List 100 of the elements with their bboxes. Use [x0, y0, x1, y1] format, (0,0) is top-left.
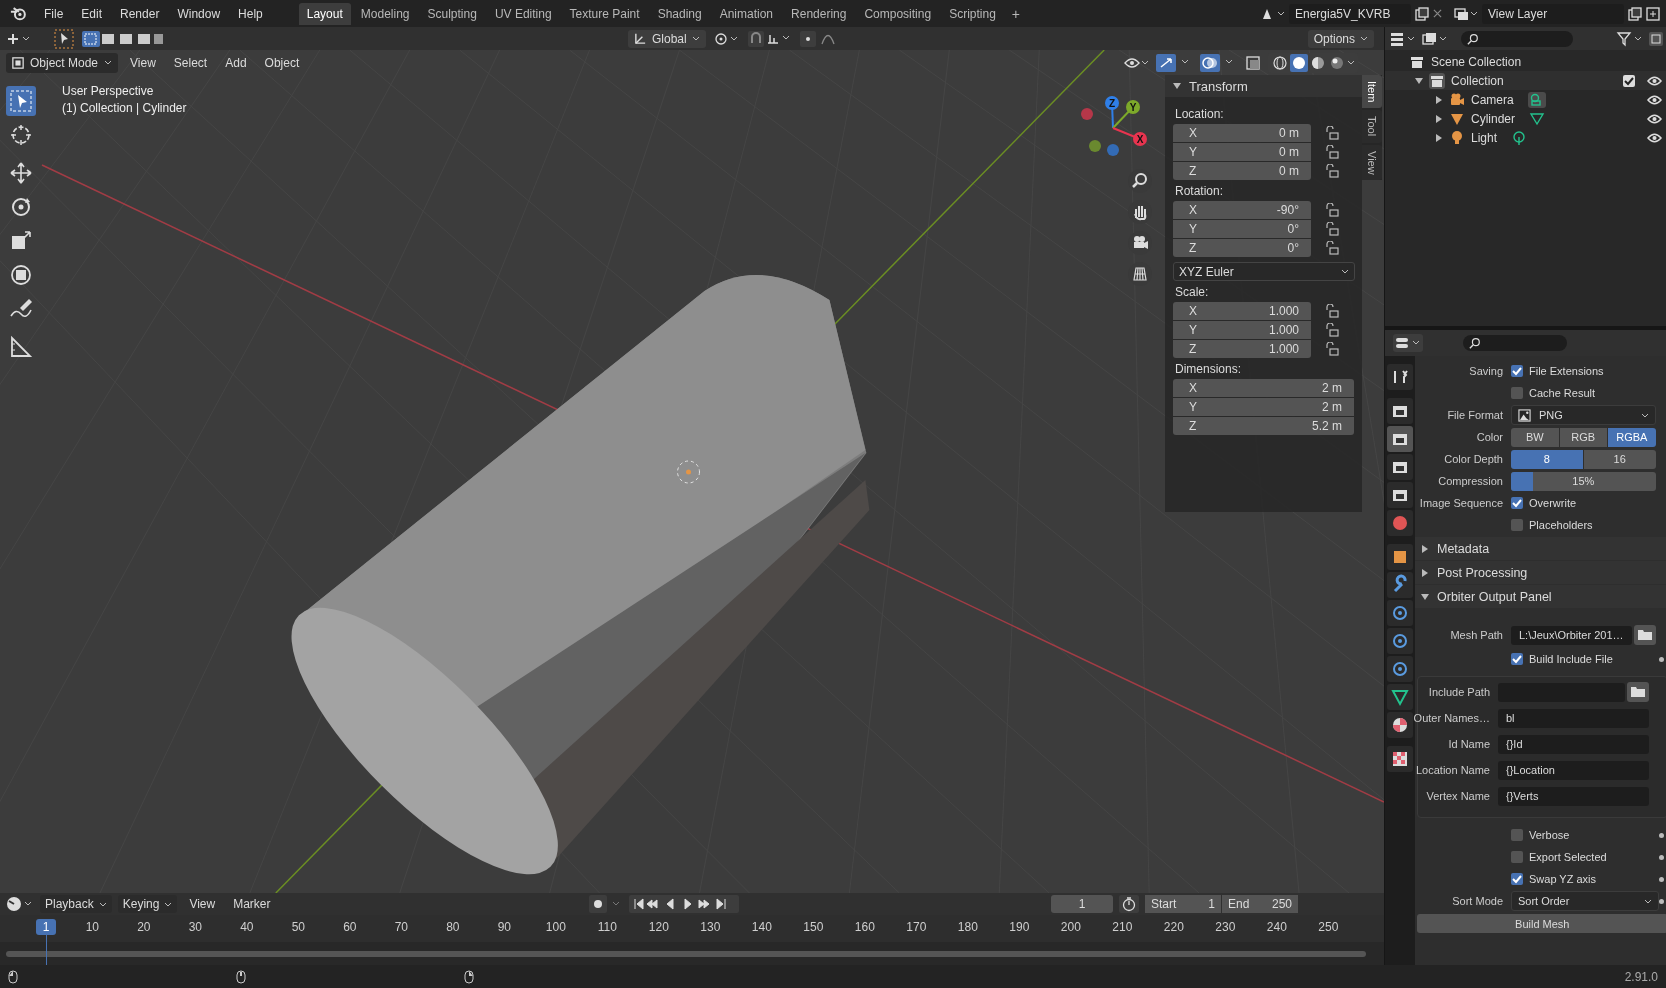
snap-icon[interactable]	[747, 30, 792, 47]
checkbox[interactable]	[1511, 387, 1523, 399]
wireframe-sphere-icon[interactable]	[1271, 53, 1289, 72]
mesh-data-icon[interactable]	[1529, 110, 1545, 127]
sidebar-tab[interactable]: Tool	[1362, 110, 1382, 143]
workspace-tab[interactable]: Shading	[649, 2, 710, 25]
current-frame-field[interactable]: 1	[1051, 895, 1113, 913]
number-field[interactable]: X 0 m	[1173, 124, 1311, 142]
lock-icon[interactable]	[1325, 203, 1339, 218]
lock-icon[interactable]	[1325, 323, 1339, 337]
eye-icon[interactable]	[1124, 55, 1150, 70]
expanded-arrow-icon[interactable]	[1415, 76, 1423, 85]
number-field[interactable]: Z 0 m	[1173, 162, 1311, 180]
checkbox-label[interactable]: Export Selected	[1529, 851, 1607, 863]
outliner-item[interactable]: Light	[1471, 130, 1498, 145]
menu-item[interactable]: Marker	[227, 895, 277, 913]
expanded-arrow-icon[interactable]	[1421, 592, 1429, 601]
scene-name-field[interactable]: Energia5V_KVRB	[1289, 3, 1411, 24]
workspace-tab[interactable]: Layout	[298, 2, 351, 25]
menu-item[interactable]: Render	[112, 3, 168, 24]
sidebar-tab[interactable]: Item	[1362, 75, 1382, 109]
collapsed-arrow-icon[interactable]	[1435, 95, 1443, 104]
number-field[interactable]: Z 0°	[1173, 239, 1311, 257]
decorator-dot-icon[interactable]	[1658, 832, 1664, 838]
dropdown[interactable]: Sort Order	[1511, 891, 1659, 911]
checkbox[interactable]	[1511, 653, 1523, 665]
search-field[interactable]	[1461, 30, 1573, 47]
checkbox[interactable]	[1511, 851, 1523, 863]
toggle-option[interactable]: 8	[1511, 449, 1583, 469]
number-field[interactable]: X 1.000	[1173, 302, 1311, 320]
collapsed-arrow-icon[interactable]	[1435, 114, 1443, 123]
workspace-tab[interactable]: Texture Paint	[561, 2, 648, 25]
view-layer-field[interactable]: View Layer	[1482, 3, 1624, 24]
toggle-option[interactable]: RGB	[1559, 427, 1608, 447]
collapsed-arrow-icon[interactable]	[1435, 133, 1443, 142]
new-layer-icon[interactable]	[1646, 6, 1660, 21]
number-field[interactable]: Y 2 m	[1173, 398, 1354, 416]
slider[interactable]: 15%	[1511, 471, 1656, 491]
lock-icon[interactable]	[1325, 145, 1339, 159]
menu-item[interactable]: Edit	[73, 3, 111, 24]
checkbox-label[interactable]: Overwrite	[1529, 497, 1577, 509]
text-field[interactable]: bl	[1498, 708, 1649, 728]
search-field[interactable]	[1463, 335, 1567, 351]
menu-item[interactable]: Help	[230, 3, 271, 24]
eye-icon[interactable]	[1646, 132, 1662, 143]
filter-icon[interactable]	[1615, 30, 1644, 47]
globe-icon[interactable]	[1387, 510, 1413, 536]
menu-item[interactable]: Object	[258, 53, 306, 72]
axis-gizmo[interactable]: Z Y X	[1070, 90, 1160, 165]
number-field[interactable]: X -90°	[1173, 201, 1311, 219]
toggle-option[interactable]: BW	[1511, 427, 1559, 447]
decorator-dot-icon[interactable]	[1658, 854, 1664, 860]
checker-icon[interactable]	[1387, 746, 1413, 772]
menu-item[interactable]: View	[124, 53, 162, 72]
layers-icon[interactable]	[1454, 6, 1478, 21]
start-frame-field[interactable]: Start 1	[1145, 895, 1221, 913]
menu-item[interactable]: Add	[219, 53, 253, 72]
decorator-dot-icon[interactable]	[1658, 898, 1664, 904]
folder-icon[interactable]	[1626, 682, 1649, 702]
mode-dropdown[interactable]: Object Mode	[6, 52, 119, 73]
playback-controls-icon[interactable]	[628, 895, 739, 913]
light-data-icon[interactable]	[1511, 129, 1528, 146]
copy-icon[interactable]	[1628, 6, 1642, 21]
square-icon[interactable]	[1387, 544, 1413, 570]
pivot-icon[interactable]	[713, 31, 740, 46]
text-field[interactable]: {}Verts	[1498, 786, 1649, 806]
workspace-tab[interactable]: Compositing	[856, 2, 940, 25]
select-tool-icon[interactable]	[54, 28, 74, 49]
stopwatch-icon[interactable]	[1119, 895, 1139, 913]
xray-icon[interactable]	[1244, 53, 1262, 72]
workspace-tab[interactable]: Sculpting	[419, 2, 485, 25]
caret-icon[interactable]	[1347, 60, 1355, 65]
menu-item[interactable]: File	[36, 3, 72, 24]
checkbox[interactable]	[1511, 497, 1523, 509]
number-field[interactable]: Y 0 m	[1173, 143, 1311, 161]
panel-header[interactable]: Metadata	[1437, 541, 1490, 556]
checkbox-label[interactable]: Build Include File	[1529, 653, 1613, 665]
copy-icon[interactable]	[1415, 6, 1429, 21]
checkbox-label[interactable]: File Extensions	[1529, 365, 1604, 377]
workspace-tab[interactable]: Modeling	[352, 2, 418, 25]
editor-type-icon[interactable]	[6, 31, 32, 46]
checkbox-label[interactable]: Placeholders	[1529, 519, 1593, 531]
menu-item[interactable]: Window	[169, 3, 229, 24]
lock-icon[interactable]	[1325, 240, 1339, 255]
editor-type-icon[interactable]	[1389, 30, 1417, 47]
add-workspace-button[interactable]: +	[1005, 2, 1026, 25]
outliner-item[interactable]: Camera	[1471, 92, 1514, 107]
build-mesh-button[interactable]: Build Mesh	[1417, 914, 1666, 933]
orientation-dropdown[interactable]: Global	[628, 29, 706, 48]
expanded-arrow-icon[interactable]	[1173, 82, 1181, 90]
blender-logo-icon[interactable]	[10, 6, 28, 21]
select-box-icon[interactable]	[6, 86, 36, 116]
checkbox[interactable]	[1511, 519, 1523, 531]
number-field[interactable]: Y 0°	[1173, 220, 1311, 238]
menu-dropdown[interactable]: Keying	[117, 895, 178, 913]
end-frame-field[interactable]: End 250	[1222, 895, 1298, 913]
lock-icon[interactable]	[1325, 126, 1339, 141]
decorator-dot-icon[interactable]	[1658, 656, 1664, 662]
wrench-icon[interactable]	[1387, 572, 1413, 598]
outliner-item[interactable]: Cylinder	[1471, 111, 1515, 126]
